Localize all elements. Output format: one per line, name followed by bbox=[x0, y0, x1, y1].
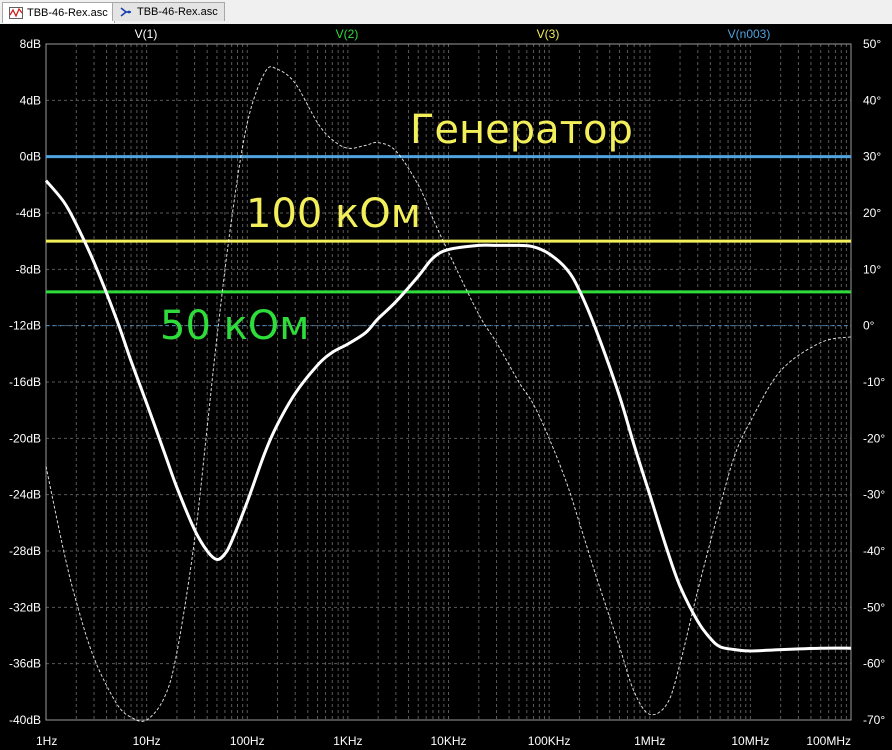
waveform-icon bbox=[9, 7, 23, 19]
x-tick-label: 1KHz bbox=[333, 734, 362, 748]
y-right-tick-label: -50° bbox=[863, 600, 885, 614]
y-left-tick-label: 0dB bbox=[20, 150, 41, 164]
x-tick-label: 10MHz bbox=[731, 734, 769, 748]
y-left-tick-label: -36dB bbox=[9, 657, 41, 671]
legend-item: V(2) bbox=[336, 27, 359, 41]
y-right-tick-label: 0° bbox=[863, 319, 875, 333]
y-left-tick-label: -12dB bbox=[9, 319, 41, 333]
y-right-tick-label: -60° bbox=[863, 657, 885, 671]
tab-schematic[interactable]: TBB-46-Rex.asc bbox=[112, 2, 225, 21]
y-left-tick-label: -32dB bbox=[9, 600, 41, 614]
annotation-50k: 50 кОм bbox=[160, 303, 310, 349]
x-tick-label: 100KHz bbox=[528, 734, 571, 748]
y-right-tick-label: -10° bbox=[863, 375, 885, 389]
y-right-tick-label: 50° bbox=[863, 37, 881, 51]
legend-item: V(1) bbox=[135, 27, 158, 41]
y-right-tick-label: 10° bbox=[863, 262, 881, 276]
y-axis-left-ticks: 8dB 4dB 0dB -4dB -8dB -12dB -16dB -20dB -24dB -28… bbox=[9, 37, 41, 727]
legend-item: V(n003) bbox=[728, 27, 771, 41]
annotation-generator: Генератор bbox=[410, 107, 633, 153]
y-axis-right-ticks: 50° 40° 30° 20° 10° 0° -10° -20° -30° -40° -50° -60… bbox=[863, 37, 885, 727]
waveform-plot-pane[interactable]: 1Hz 10Hz 100Hz 1KHz 10KHz 100KHz 1MHz 10MHz 100M… bbox=[0, 24, 892, 750]
y-left-tick-label: 8dB bbox=[20, 37, 41, 51]
x-tick-label: 10KHz bbox=[430, 734, 466, 748]
tab-label: TBB-46-Rex.asc bbox=[137, 6, 218, 18]
y-right-tick-label: 20° bbox=[863, 206, 881, 220]
y-left-tick-label: -4dB bbox=[16, 206, 41, 220]
y-left-tick-label: -24dB bbox=[9, 488, 41, 502]
legend-item: V(3) bbox=[537, 27, 560, 41]
y-left-tick-label: -20dB bbox=[9, 431, 41, 445]
y-right-tick-label: -30° bbox=[863, 488, 885, 502]
y-right-tick-label: 30° bbox=[863, 150, 881, 164]
y-left-tick-label: -8dB bbox=[16, 262, 41, 276]
annotation-100k: 100 кОм bbox=[246, 191, 421, 237]
y-right-tick-label: -70° bbox=[863, 713, 885, 727]
tab-label: TBB-46-Rex.asc bbox=[27, 7, 108, 19]
x-tick-label: 1MHz bbox=[634, 734, 665, 748]
y-left-tick-label: -40dB bbox=[9, 713, 41, 727]
schematic-icon bbox=[119, 6, 133, 18]
y-left-tick-label: 4dB bbox=[20, 93, 41, 107]
y-right-tick-label: -40° bbox=[863, 544, 885, 558]
tab-bar: TBB-46-Rex.asc TBB-46-Rex.asc bbox=[0, 0, 892, 25]
x-tick-label: 10Hz bbox=[133, 734, 161, 748]
y-left-tick-label: -16dB bbox=[9, 375, 41, 389]
tab-waveform[interactable]: TBB-46-Rex.asc bbox=[2, 2, 115, 23]
y-left-tick-label: -28dB bbox=[9, 544, 41, 558]
trace-legend: V(1) V(2) V(3) V(n003) bbox=[135, 27, 771, 41]
x-axis-ticks: 1Hz 10Hz 100Hz 1KHz 10KHz 100KHz 1MHz 10MHz 100M… bbox=[36, 734, 851, 748]
y-right-tick-label: 40° bbox=[863, 93, 881, 107]
x-tick-label: 100Hz bbox=[230, 734, 265, 748]
x-tick-label: 100MHz bbox=[806, 734, 851, 748]
y-right-tick-label: -20° bbox=[863, 431, 885, 445]
x-tick-label: 1Hz bbox=[36, 734, 57, 748]
